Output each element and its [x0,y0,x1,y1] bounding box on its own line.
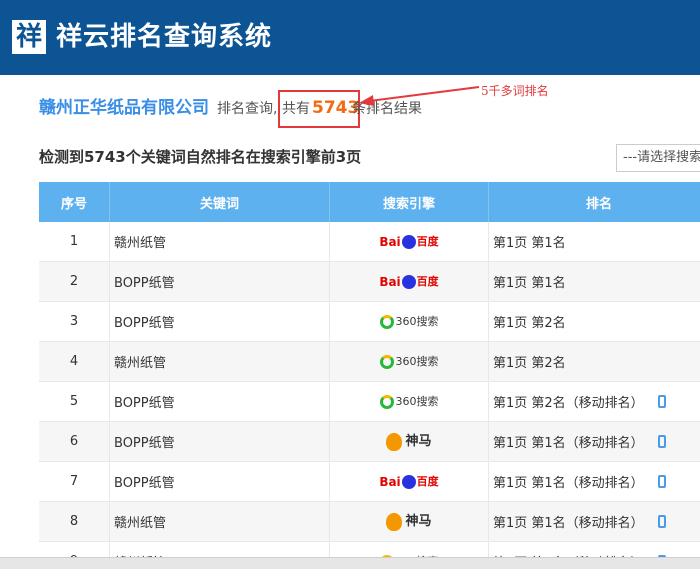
table-row: 6 BOPP纸管 神马 第1页 第1名（移动排名） [39,422,700,462]
rank-table: 序号 关键词 搜索引擎 排名 1 赣州纸管 Bai 百度 第1页 第1名 2 BOPP纸管 B… [39,182,700,569]
rank-text: 第1页 第2名（移动排名） [493,396,644,411]
rank-text: 第1页 第1名（移动排名） [493,516,644,531]
total-prefix: 共有 [282,101,310,117]
baidu-logo-left: Bai [379,234,401,249]
baidu-logo-right: 百度 [416,235,439,248]
rank-text: 第1页 第1名（移动排名） [493,436,644,451]
app-header: 祥 祥云排名查询系统 [0,0,700,75]
cell-keyword: 赣州纸管 [110,502,330,541]
detect-summary: 检测到5743个关键词自然排名在搜索引擎前3页 [39,148,362,166]
cell-rank: 第1页 第1名（移动排名） [489,422,700,461]
mobile-phone-icon [657,435,666,448]
cell-engine: 神马 [330,422,489,461]
cell-index: 3 [39,302,110,341]
cell-engine: Bai 百度 [330,462,489,501]
header-engine: 搜索引擎 [330,182,489,222]
table-row: 4 赣州纸管 360搜索 第1页 第2名 [39,342,700,382]
cell-keyword: BOPP纸管 [110,422,330,461]
rank-text: 第1页 第1名（移动排名） [493,476,644,491]
logo-char: 祥 [15,22,42,52]
so360-ring-icon [379,394,394,409]
cell-engine: 360搜索 [330,342,489,381]
cell-index: 1 [39,222,110,261]
app-title: 祥云排名查询系统 [56,22,273,52]
app-logo[interactable]: 祥 [12,20,46,54]
cell-index: 5 [39,382,110,421]
rank-query-label: 排名查询, [217,101,278,117]
baidu-logo-left: Bai [379,274,401,289]
shenma-horse-icon [386,432,403,451]
cell-keyword: 赣州纸管 [110,222,330,261]
annotation-text: 5千多词排名 [481,84,549,98]
so360-logo-text: 360搜索 [395,315,439,328]
cell-rank: 第1页 第1名（移动排名） [489,502,700,541]
shenma-horse-icon [386,512,403,531]
company-name[interactable]: 赣州正华纸品有限公司 [39,97,209,119]
shenma-logo-icon: 神马 [386,512,432,531]
cell-rank: 第1页 第1名 [489,262,700,301]
baidu-paw-icon [401,274,416,289]
cell-rank: 第1页 第2名 [489,342,700,381]
table-body: 1 赣州纸管 Bai 百度 第1页 第1名 2 BOPP纸管 Bai 百度 第1页 第1名 3 BOP… [39,222,700,569]
header-rank: 排名 [585,196,612,212]
baidu-logo-left: Bai [379,474,401,489]
table-row: 1 赣州纸管 Bai 百度 第1页 第1名 [39,222,700,262]
table-row: 5 BOPP纸管 360搜索 第1页 第2名（移动排名） [39,382,700,422]
cell-keyword: BOPP纸管 [110,462,330,501]
shenma-logo-text: 神马 [405,434,432,449]
so360-logo-text: 360搜索 [395,355,439,368]
cell-rank: 第1页 第2名（移动排名） [489,382,700,421]
cell-index: 7 [39,462,110,501]
shenma-logo-icon: 神马 [386,432,432,451]
table-row: 3 BOPP纸管 360搜索 第1页 第2名 [39,302,700,342]
header-keyword: 关键词 [110,182,330,222]
rank-text: 第1页 第2名 [493,356,566,371]
cell-index: 2 [39,262,110,301]
mobile-phone-icon [657,515,666,528]
so360-logo-text: 360搜索 [395,395,439,408]
cell-rank: 第1页 第1名 [489,222,700,261]
table-row: 7 BOPP纸管 Bai 百度 第1页 第1名（移动排名） [39,462,700,502]
table-row: 2 BOPP纸管 Bai 百度 第1页 第1名 [39,262,700,302]
cell-index: 6 [39,422,110,461]
cell-index: 8 [39,502,110,541]
rank-text: 第1页 第2名 [493,316,566,331]
baidu-logo-icon: Bai 百度 [379,274,439,289]
so360-ring-icon [379,314,394,329]
mobile-phone-icon [657,475,666,488]
cell-index: 4 [39,342,110,381]
header-index: 序号 [39,182,110,222]
mobile-phone-icon [657,395,666,408]
cell-engine: 360搜索 [330,382,489,421]
table-header: 序号 关键词 搜索引擎 排名 [39,182,700,222]
cell-keyword: BOPP纸管 [110,262,330,301]
baidu-paw-icon [401,234,416,249]
horizontal-scrollbar[interactable] [0,557,700,569]
so360-logo-icon: 360搜索 [379,354,439,369]
baidu-logo-icon: Bai 百度 [379,234,439,249]
so360-logo-icon: 360搜索 [379,314,439,329]
shenma-logo-text: 神马 [405,514,432,529]
cell-keyword: 赣州纸管 [110,342,330,381]
baidu-logo-right: 百度 [416,475,439,488]
table-row: 8 赣州纸管 神马 第1页 第1名（移动排名） [39,502,700,542]
cell-engine: 360搜索 [330,302,489,341]
rank-text: 第1页 第1名 [493,276,566,291]
baidu-logo-icon: Bai 百度 [379,474,439,489]
cell-engine: Bai 百度 [330,262,489,301]
cell-engine: Bai 百度 [330,222,489,261]
so360-logo-icon: 360搜索 [379,394,439,409]
engine-select[interactable]: ---请选择搜索 [616,144,700,172]
baidu-paw-icon [401,474,416,489]
cell-engine: 神马 [330,502,489,541]
cell-rank: 第1页 第2名 [489,302,700,341]
baidu-logo-right: 百度 [416,275,439,288]
rank-text: 第1页 第1名 [493,236,566,251]
so360-ring-icon [379,354,394,369]
cell-rank: 第1页 第1名（移动排名） [489,462,700,501]
cell-keyword: BOPP纸管 [110,302,330,341]
annotation-arrow-icon [359,86,480,106]
cell-keyword: BOPP纸管 [110,382,330,421]
